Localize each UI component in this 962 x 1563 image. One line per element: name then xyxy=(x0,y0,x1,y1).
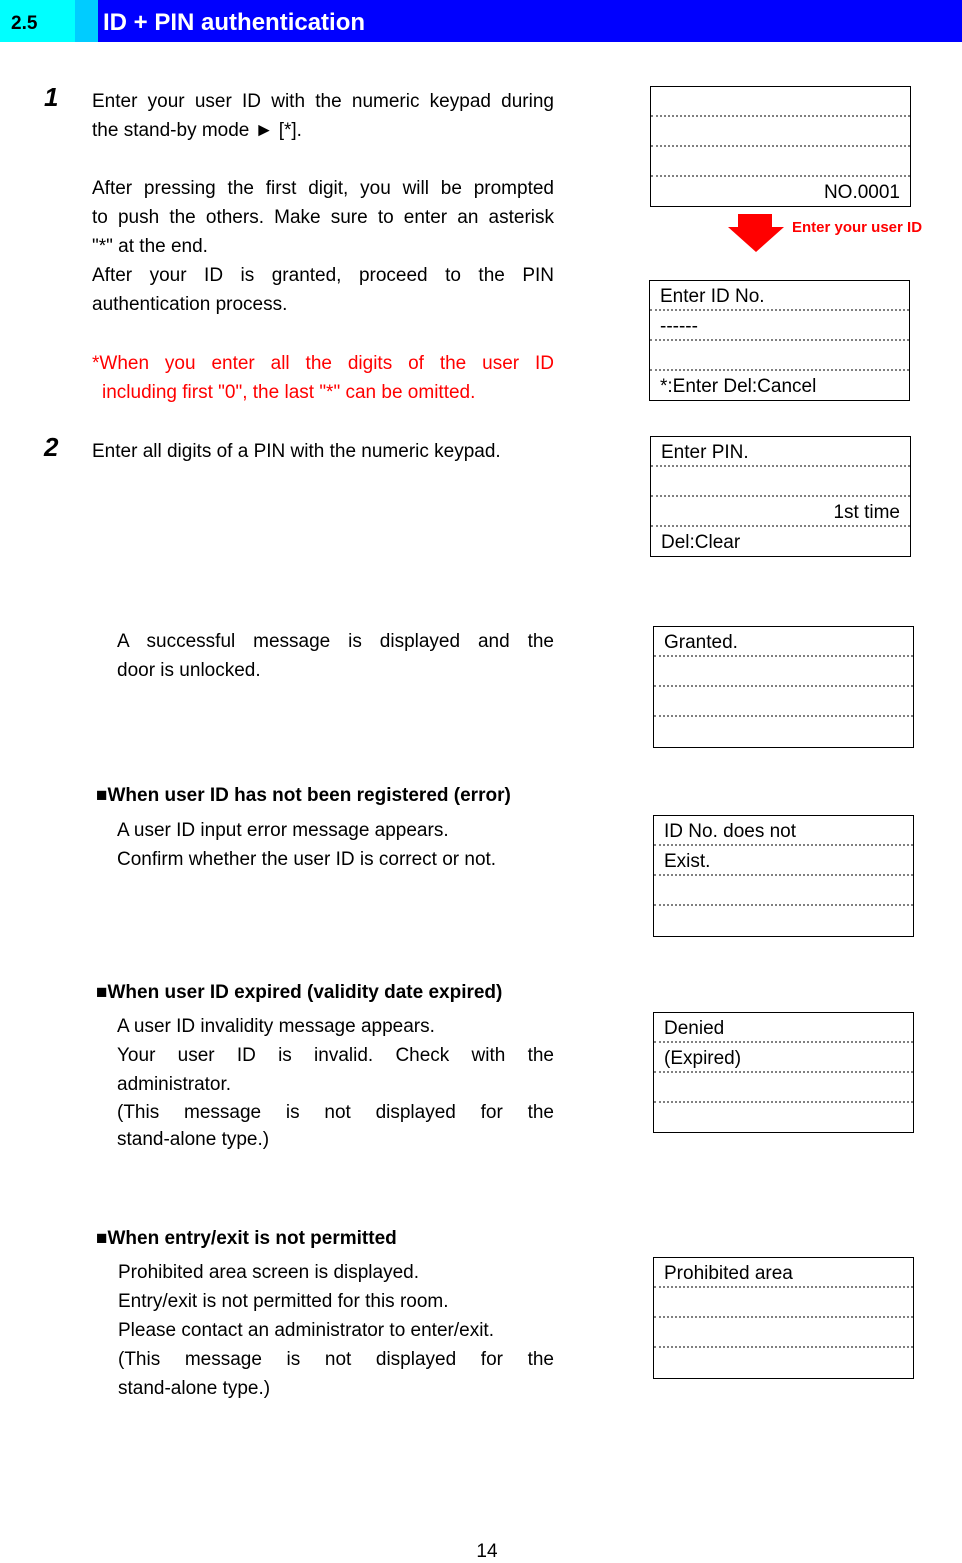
case-description-prohibited: Prohibited area screen is displayed. Ent… xyxy=(118,1258,554,1403)
lcd-row: Granted. xyxy=(654,627,913,657)
heading-text: When entry/exit is not permitted xyxy=(107,1228,397,1249)
text-line: After your ID is granted, proceed to the… xyxy=(92,265,554,286)
lcd-row: (Expired) xyxy=(654,1043,913,1073)
lcd-row xyxy=(654,876,913,906)
text-line: administrator. xyxy=(117,1074,232,1095)
lcd-row xyxy=(654,1073,913,1103)
text-line: Please contact an administrator to enter… xyxy=(118,1320,494,1341)
lcd-row xyxy=(654,906,913,936)
text-line: After pressing the first digit, you will… xyxy=(92,178,554,199)
text-line: Confirm whether the user ID is correct o… xyxy=(117,849,497,870)
text-line: (This message is not displayed for the xyxy=(117,1102,554,1123)
step-1-details: After pressing the first digit, you will… xyxy=(92,174,554,319)
text-line: stand-alone type.) xyxy=(117,1129,270,1150)
lcd-row: NO.0001 xyxy=(823,182,900,203)
bullet-square-icon: ■ xyxy=(96,785,108,806)
text-line: Enter all digits of a PIN with the numer… xyxy=(92,441,501,462)
text-line: Prohibited area screen is displayed. xyxy=(118,1262,420,1283)
case-heading-prohibited: ■When entry/exit is not permitted xyxy=(96,1224,566,1253)
lcd-row xyxy=(650,341,909,371)
lcd-row xyxy=(651,467,910,497)
lcd-row xyxy=(654,687,913,717)
case-heading-expired: ■When user ID expired (validity date exp… xyxy=(96,978,566,1007)
step-number-2: 2 xyxy=(44,432,59,462)
down-arrow-icon xyxy=(728,214,784,252)
lcd-row xyxy=(654,1318,913,1348)
lcd-row: Prohibited area xyxy=(654,1258,913,1288)
arrow-label: Enter your user ID xyxy=(792,219,923,236)
lcd-row: Enter ID No. xyxy=(650,281,909,311)
step-2-instruction: Enter all digits of a PIN with the numer… xyxy=(92,437,554,466)
text-line: A user ID invalidity message appears. xyxy=(117,1016,435,1037)
text-line: Entry/exit is not permitted for this roo… xyxy=(118,1291,449,1312)
lcd-standby-screen: NO.0001 xyxy=(650,86,911,207)
lcd-row: ID No. does not xyxy=(654,816,913,846)
lcd-row: Exist. xyxy=(654,846,913,876)
lcd-row xyxy=(654,1288,913,1318)
text-line: door is unlocked. xyxy=(117,660,261,681)
lcd-row: *:Enter Del:Cancel xyxy=(660,376,817,397)
lcd-enter-pin-screen: Enter PIN. 1st time Del:Clear xyxy=(650,436,911,557)
heading-text: When user ID expired (validity date expi… xyxy=(107,982,503,1003)
success-description: A successful message is displayed and th… xyxy=(117,627,554,685)
case-description-expired: A user ID invalidity message appears. Yo… xyxy=(117,1012,554,1153)
lcd-row: Enter PIN. xyxy=(651,437,910,467)
lcd-row xyxy=(651,87,910,117)
text-line: including first "0", the last "*" can be… xyxy=(102,382,476,403)
lcd-row xyxy=(654,1103,913,1133)
section-number: 2.5 xyxy=(0,0,75,42)
step-1-instruction: Enter your user ID with the numeric keyp… xyxy=(92,87,554,145)
lcd-row: ------ xyxy=(650,311,909,341)
lcd-expired-screen: Denied (Expired) xyxy=(653,1012,914,1133)
text-line: Your user ID is invalid. Check with the xyxy=(117,1045,554,1066)
lcd-row: Denied xyxy=(654,1013,913,1043)
lcd-row xyxy=(651,147,910,177)
lcd-row xyxy=(654,717,913,747)
heading-text: When user ID has not been registered (er… xyxy=(107,785,511,806)
step-1-note: *When you enter all the digits of the us… xyxy=(92,349,554,407)
text-line: A successful message is displayed and th… xyxy=(117,631,554,652)
text-line: to push the others. Make sure to enter a… xyxy=(92,207,554,228)
lcd-row xyxy=(654,657,913,687)
lcd-row xyxy=(654,1348,913,1378)
text-line: the stand-by mode ► [*]. xyxy=(92,120,302,141)
text-line: "*" at the end. xyxy=(92,236,208,257)
lcd-not-registered-screen: ID No. does not Exist. xyxy=(653,815,914,937)
text-line: stand-alone type.) xyxy=(118,1378,271,1399)
case-heading-not-registered: ■When user ID has not been registered (e… xyxy=(96,781,566,810)
lcd-enter-id-screen: Enter ID No. ------ *:Enter Del:Cancel xyxy=(649,280,910,401)
section-header: 2.5 ID + PIN authentication xyxy=(0,0,962,42)
lcd-row: Del:Clear xyxy=(661,532,741,553)
bullet-square-icon: ■ xyxy=(96,982,108,1003)
lcd-row xyxy=(651,117,910,147)
step-number-1: 1 xyxy=(44,82,59,112)
header-divider xyxy=(75,0,98,42)
text-line: A user ID input error message appears. xyxy=(117,820,449,841)
lcd-prohibited-screen: Prohibited area xyxy=(653,1257,914,1379)
bullet-square-icon: ■ xyxy=(96,1228,108,1249)
text-line: Enter your user ID with the numeric keyp… xyxy=(92,91,554,112)
text-line: *When you enter all the digits of the us… xyxy=(92,353,554,374)
case-description-not-registered: A user ID input error message appears. C… xyxy=(117,816,554,874)
section-title: ID + PIN authentication xyxy=(98,0,962,42)
lcd-row: 1st time xyxy=(651,497,910,527)
text-line: authentication process. xyxy=(92,294,288,315)
text-line: (This message is not displayed for the xyxy=(118,1349,554,1370)
lcd-granted-screen: Granted. xyxy=(653,626,914,748)
